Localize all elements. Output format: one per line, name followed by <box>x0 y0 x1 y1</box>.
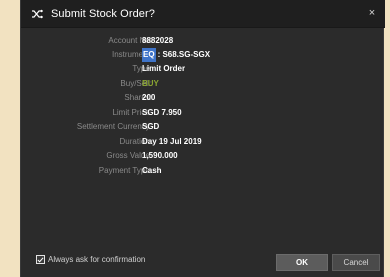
checkbox-label: Always ask for confirmation <box>48 255 146 264</box>
detail-row-type: Type: Limit Order <box>21 62 385 76</box>
account-label: Account No: <box>108 36 152 45</box>
buy-sell-value: BUY <box>142 79 159 88</box>
order-details: Account No: 8882028 Instrument: EQ: S68.… <box>21 28 385 248</box>
type-label: Type: <box>132 64 152 73</box>
gross-value-label: Gross Value: <box>106 151 152 160</box>
settlement-currency-value: SGD <box>142 122 160 131</box>
instrument-label: Instrument: <box>111 50 152 59</box>
submit-stock-order-dialog: Submit Stock Order? × Account No: 888202… <box>20 0 385 277</box>
cancel-button[interactable]: Cancel <box>332 254 380 271</box>
limit-price-value: SGD 7.950 <box>142 108 182 117</box>
detail-row-gross-value: Gross Value: 1,590.000 <box>21 149 385 163</box>
detail-row-settlement-currency: Settlement Currency: SGD <box>21 120 385 134</box>
detail-row-payment-type: Payment Type: Cash <box>21 164 385 178</box>
close-icon[interactable]: × <box>366 7 378 19</box>
detail-row-duration: Duration: Day 19 Jul 2019 <box>21 135 385 149</box>
shares-value: 200 <box>142 93 156 102</box>
duration-value: Day 19 Jul 2019 <box>142 137 202 146</box>
detail-row-limit-price: Limit Price: SGD 7.950 <box>21 106 385 120</box>
detail-row-account: Account No: 8882028 <box>21 34 385 48</box>
limit-price-label: Limit Price: <box>112 108 152 117</box>
checkmark-icon <box>37 256 44 263</box>
buy-sell-label: Buy/Sell: <box>120 79 152 88</box>
always-ask-confirmation-toggle[interactable]: Always ask for confirmation <box>36 255 145 264</box>
background-strip-left <box>0 0 20 277</box>
ok-button[interactable]: OK <box>276 254 328 271</box>
title-bar: Submit Stock Order? × <box>21 0 385 28</box>
account-value: 8882028 <box>142 36 174 45</box>
instrument-code: : S68.SG-SGX <box>157 50 211 59</box>
payment-type-value: Cash <box>142 166 162 175</box>
detail-row-side: Buy/Sell: BUY <box>21 77 385 91</box>
dialog-title: Submit Stock Order? <box>51 7 155 20</box>
detail-row-instrument: Instrument: EQ: S68.SG-SGX <box>21 48 385 62</box>
instrument-value: EQ: S68.SG-SGX <box>142 48 210 62</box>
shuffle-icon <box>29 6 45 22</box>
gross-value-value: 1,590.000 <box>142 151 178 160</box>
duration-label: Duration: <box>119 137 152 146</box>
dialog-footer: Always ask for confirmation OK Cancel <box>21 248 385 277</box>
type-value: Limit Order <box>142 64 186 73</box>
checkbox[interactable] <box>36 255 45 264</box>
shares-label: Shares: <box>124 93 152 102</box>
payment-type-label: Payment Type: <box>98 166 152 175</box>
settlement-currency-label: Settlement Currency: <box>76 122 152 131</box>
detail-row-shares: Shares: 200 <box>21 91 385 105</box>
instrument-prefix-highlight: EQ <box>142 48 156 62</box>
